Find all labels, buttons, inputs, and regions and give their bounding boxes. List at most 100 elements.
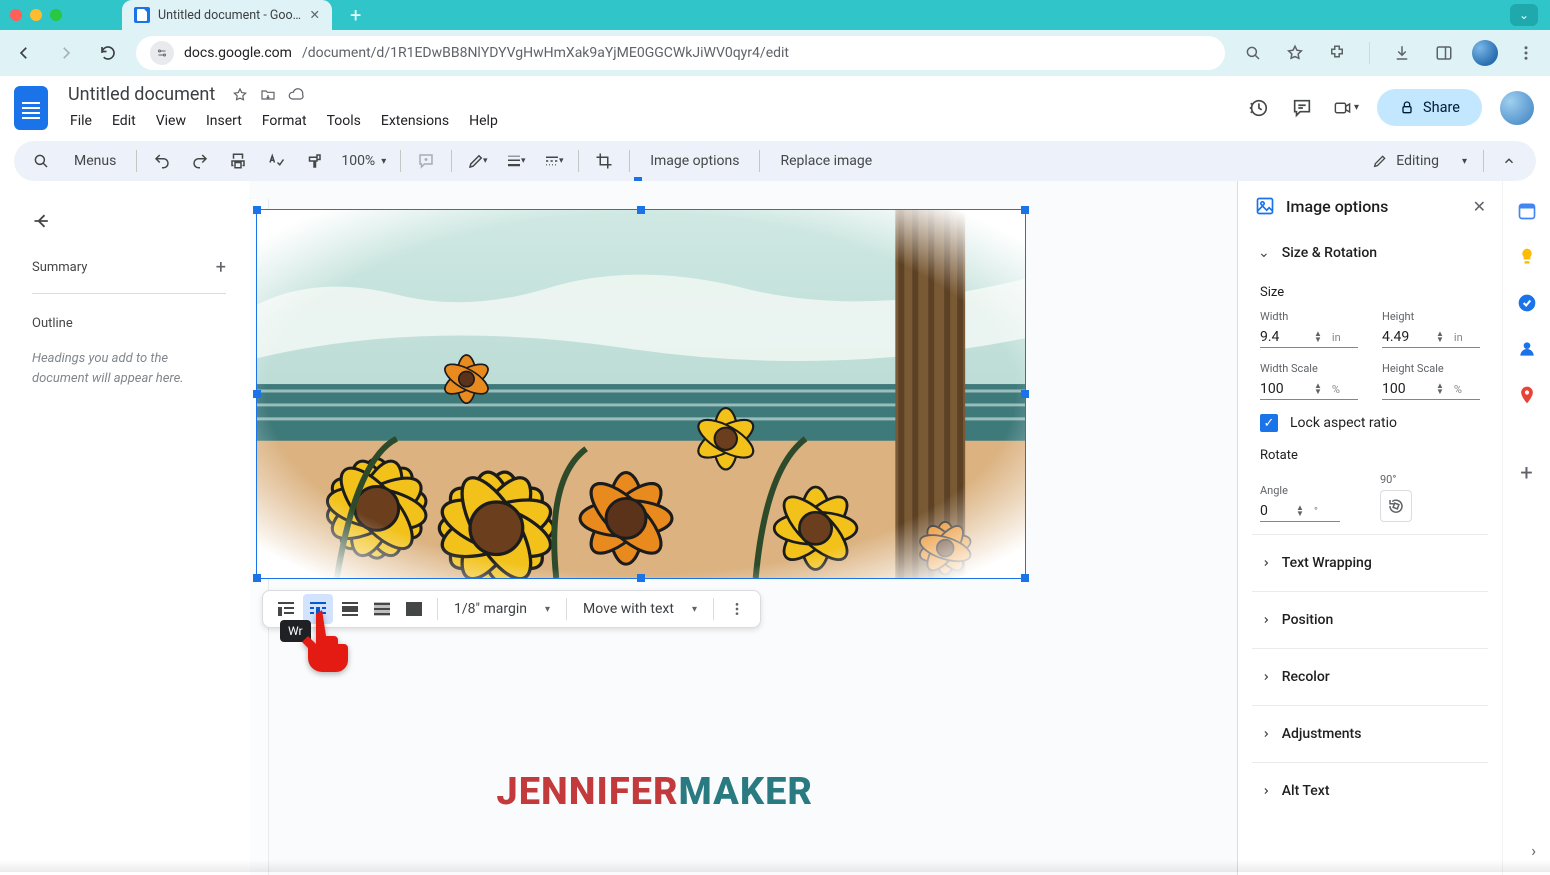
width-stepper[interactable]: ▲▼ <box>1314 331 1322 343</box>
tasks-icon[interactable] <box>1517 293 1537 313</box>
resize-handle[interactable] <box>253 390 261 398</box>
window-close-button[interactable] <box>10 9 22 21</box>
keep-icon[interactable] <box>1517 247 1537 267</box>
redo-button[interactable] <box>185 146 215 176</box>
height-scale-input[interactable] <box>1382 381 1430 397</box>
section-adjustments[interactable]: ⌄Adjustments <box>1238 712 1502 756</box>
border-dash-button[interactable]: ▾ <box>538 146 568 176</box>
nav-forward-button[interactable] <box>52 39 80 67</box>
star-icon[interactable] <box>231 86 249 104</box>
angle-input[interactable] <box>1260 503 1290 519</box>
tab-close-icon[interactable]: ✕ <box>310 7 320 23</box>
section-recolor[interactable]: ⌄Recolor <box>1238 655 1502 699</box>
panel-close-button[interactable]: ✕ <box>1473 197 1486 216</box>
print-button[interactable] <box>223 146 253 176</box>
zoom-dropdown[interactable]: 100% ▾ <box>337 153 390 169</box>
height-input[interactable] <box>1382 329 1430 345</box>
contacts-icon[interactable] <box>1517 339 1537 359</box>
menu-view[interactable]: View <box>148 109 194 133</box>
search-icon[interactable] <box>1239 39 1267 67</box>
wrap-behind-button[interactable] <box>367 594 397 624</box>
meet-icon[interactable]: ▾ <box>1333 95 1359 121</box>
calendar-icon[interactable] <box>1517 201 1537 221</box>
resize-handle[interactable] <box>637 206 645 214</box>
resize-handle[interactable] <box>1021 206 1029 214</box>
new-tab-button[interactable]: + <box>350 3 361 27</box>
section-alt-text[interactable]: ⌄Alt Text <box>1238 769 1502 813</box>
download-icon[interactable] <box>1388 39 1416 67</box>
share-button[interactable]: Share <box>1377 89 1482 126</box>
border-weight-button[interactable]: ▾ <box>500 146 530 176</box>
crop-button[interactable] <box>589 146 619 176</box>
menu-bar: File Edit View Insert Format Tools Exten… <box>62 109 1231 133</box>
height-stepper[interactable]: ▲▼ <box>1436 331 1444 343</box>
mode-dropdown[interactable]: Editing ▾ <box>1360 147 1473 175</box>
rotate-90-button[interactable] <box>1380 490 1412 522</box>
paint-format-button[interactable] <box>299 146 329 176</box>
menu-file[interactable]: File <box>62 109 100 133</box>
side-collapse-button[interactable]: › <box>1531 841 1536 860</box>
cloud-status-icon[interactable] <box>287 86 305 104</box>
menu-format[interactable]: Format <box>254 109 315 133</box>
margin-dropdown[interactable]: 1/8" margin▾ <box>446 601 558 617</box>
window-minimize-button[interactable] <box>30 9 42 21</box>
section-size-rotation[interactable]: ⌄ Size & Rotation <box>1238 231 1502 275</box>
chrome-menu-icon[interactable] <box>1512 39 1540 67</box>
docs-logo-icon[interactable] <box>14 86 48 130</box>
bookmark-icon[interactable] <box>1281 39 1309 67</box>
tab-overflow-button[interactable]: ⌄ <box>1510 4 1538 26</box>
address-bar[interactable]: docs.google.com/document/d/1R1EDwBB8NlYD… <box>136 36 1225 70</box>
search-menus-icon[interactable] <box>26 146 56 176</box>
add-summary-button[interactable]: + <box>216 257 226 278</box>
move-with-dropdown[interactable]: Move with text▾ <box>575 601 705 617</box>
nav-reload-button[interactable] <box>94 39 122 67</box>
document-title[interactable]: Untitled document <box>62 82 221 107</box>
image-selection[interactable] <box>256 209 1026 579</box>
site-info-icon[interactable] <box>150 41 174 65</box>
lock-aspect-checkbox[interactable]: ✓ Lock aspect ratio <box>1260 414 1480 432</box>
width-scale-stepper[interactable]: ▲▼ <box>1314 383 1322 395</box>
extensions-icon[interactable] <box>1323 39 1351 67</box>
sidepanel-icon[interactable] <box>1430 39 1458 67</box>
image-options-button[interactable]: Image options <box>640 147 749 175</box>
account-avatar[interactable] <box>1500 91 1534 125</box>
spellcheck-button[interactable] <box>261 146 291 176</box>
section-text-wrapping[interactable]: ⌄Text Wrapping <box>1238 541 1502 585</box>
profile-avatar[interactable] <box>1472 40 1498 66</box>
resize-handle[interactable] <box>253 206 261 214</box>
url-path: /document/d/1R1EDwBB8NlYDYVgHwHmXak9aYjM… <box>302 45 789 61</box>
replace-image-button[interactable]: Replace image <box>770 147 882 175</box>
move-icon[interactable] <box>259 86 277 104</box>
comments-icon[interactable] <box>1289 95 1315 121</box>
history-icon[interactable] <box>1245 95 1271 121</box>
height-scale-stepper[interactable]: ▲▼ <box>1436 383 1444 395</box>
menu-tools[interactable]: Tools <box>319 109 369 133</box>
window-maximize-button[interactable] <box>50 9 62 21</box>
addons-plus-button[interactable]: + <box>1520 461 1532 486</box>
toolbar-collapse-button[interactable] <box>1494 146 1524 176</box>
angle-stepper[interactable]: ▲▼ <box>1296 505 1304 517</box>
menu-extensions[interactable]: Extensions <box>373 109 457 133</box>
resize-handle[interactable] <box>1021 390 1029 398</box>
overflow-menu-button[interactable] <box>722 594 752 624</box>
image-options-icon <box>1254 195 1276 217</box>
outline-back-button[interactable] <box>32 211 226 231</box>
menu-insert[interactable]: Insert <box>198 109 250 133</box>
maps-icon[interactable] <box>1517 385 1537 405</box>
undo-button[interactable] <box>147 146 177 176</box>
menu-help[interactable]: Help <box>461 109 506 133</box>
menu-edit[interactable]: Edit <box>104 109 144 133</box>
document-image[interactable] <box>257 210 1025 578</box>
menus-label[interactable]: Menus <box>64 149 126 173</box>
resize-handle[interactable] <box>637 574 645 582</box>
resize-handle[interactable] <box>253 574 261 582</box>
wrap-front-button[interactable] <box>399 594 429 624</box>
add-comment-button[interactable] <box>411 146 441 176</box>
width-scale-input[interactable] <box>1260 381 1308 397</box>
width-input[interactable] <box>1260 329 1308 345</box>
resize-handle[interactable] <box>1021 574 1029 582</box>
browser-tab[interactable]: Untitled document - Google D ✕ <box>122 0 332 30</box>
border-color-button[interactable]: ▾ <box>462 146 492 176</box>
section-position[interactable]: ⌄Position <box>1238 598 1502 642</box>
nav-back-button[interactable] <box>10 39 38 67</box>
